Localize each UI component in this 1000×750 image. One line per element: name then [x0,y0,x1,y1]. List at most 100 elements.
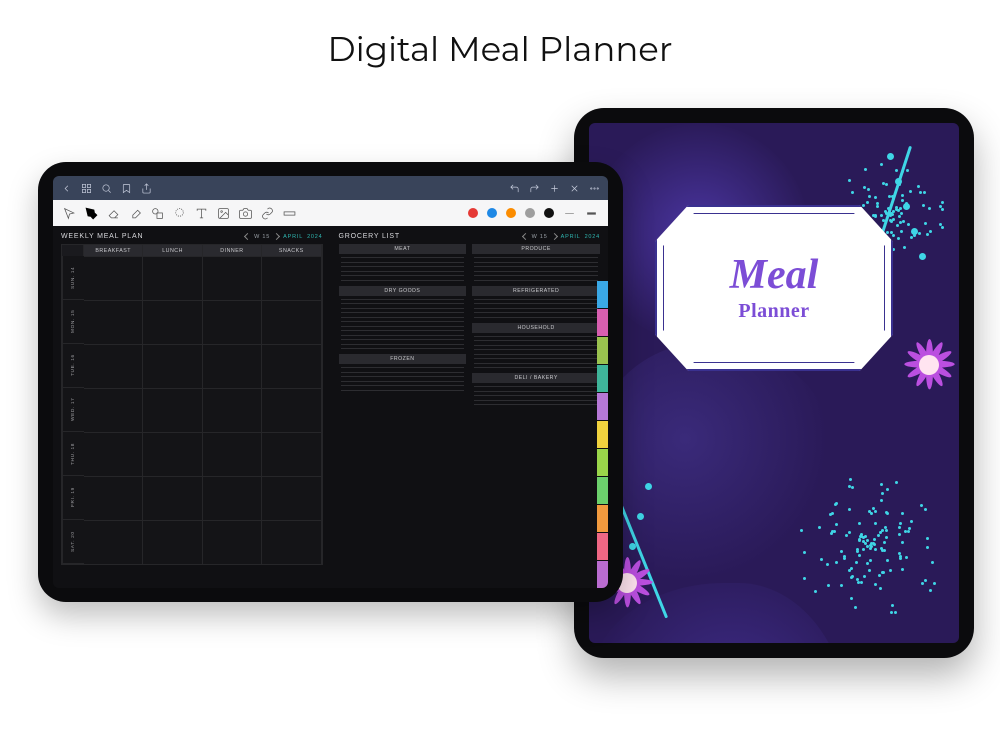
grocery-line[interactable] [341,339,465,340]
grocery-line[interactable] [474,257,598,258]
color-swatch-blue[interactable] [487,208,497,218]
color-swatch-red[interactable] [468,208,478,218]
prev-week-icon[interactable] [522,233,529,240]
meal-cell[interactable] [143,344,202,388]
meal-cell[interactable] [203,388,262,432]
color-swatch-orange[interactable] [506,208,516,218]
undo-icon[interactable] [509,183,520,194]
meal-cell[interactable] [262,256,321,300]
meal-cell[interactable] [203,300,262,344]
grocery-line[interactable] [474,312,598,313]
next-week-icon[interactable] [273,233,280,240]
shapes-icon[interactable] [151,207,164,220]
month-tab[interactable] [597,477,608,504]
grocery-line[interactable] [341,330,465,331]
grocery-line[interactable] [341,275,465,276]
grocery-line[interactable] [474,275,598,276]
grocery-line[interactable] [474,340,598,341]
eraser-icon[interactable] [107,207,120,220]
redo-icon[interactable] [529,183,540,194]
month-tab[interactable] [597,533,608,560]
grocery-line[interactable] [341,312,465,313]
grocery-line[interactable] [341,262,465,263]
prev-week-icon[interactable] [244,233,251,240]
grocery-line[interactable] [341,321,465,322]
meal-cell[interactable] [143,432,202,476]
meal-cell[interactable] [84,344,143,388]
grocery-line[interactable] [474,349,598,350]
bookmark-icon[interactable] [121,183,132,194]
meal-cell[interactable] [262,300,321,344]
grocery-line[interactable] [474,336,598,337]
meal-cell[interactable] [203,520,262,564]
grocery-line[interactable] [474,363,598,364]
grocery-line[interactable] [474,358,598,359]
grocery-line[interactable] [474,395,598,396]
meal-cell[interactable] [262,432,321,476]
grocery-line[interactable] [341,303,465,304]
meal-cell[interactable] [143,300,202,344]
meal-cell[interactable] [143,520,202,564]
grocery-line[interactable] [474,317,598,318]
month-tab[interactable] [597,421,608,448]
grocery-line[interactable] [474,391,598,392]
color-swatch-black[interactable] [544,208,554,218]
pen-icon[interactable] [85,207,98,220]
grocery-line[interactable] [341,271,465,272]
month-tab[interactable] [597,309,608,336]
more-icon[interactable] [589,183,600,194]
month-tab[interactable] [597,393,608,420]
month-tab[interactable] [597,337,608,364]
month-tab[interactable] [597,505,608,532]
grocery-line[interactable] [474,404,598,405]
meal-cell[interactable] [262,388,321,432]
month-tab[interactable] [597,449,608,476]
grocery-line[interactable] [474,266,598,267]
camera-icon[interactable] [239,207,252,220]
next-week-icon[interactable] [551,233,558,240]
lasso-icon[interactable] [173,207,186,220]
meal-cell[interactable] [143,256,202,300]
meal-cell[interactable] [203,344,262,388]
year-label[interactable]: 2024 [585,234,600,240]
grocery-line[interactable] [341,266,465,267]
meal-cell[interactable] [84,300,143,344]
grocery-line[interactable] [341,326,465,327]
ruler-icon[interactable] [283,207,296,220]
pointer-icon[interactable] [63,207,76,220]
color-swatch-gray[interactable] [525,208,535,218]
meal-cell[interactable] [262,344,321,388]
grocery-line[interactable] [474,262,598,263]
share-icon[interactable] [141,183,152,194]
close-icon[interactable] [569,183,580,194]
grocery-line[interactable] [474,308,598,309]
grocery-line[interactable] [341,390,465,391]
grocery-line[interactable] [341,308,465,309]
grocery-line[interactable] [341,372,465,373]
image-icon[interactable] [217,207,230,220]
text-icon[interactable] [195,207,208,220]
grocery-line[interactable] [341,385,465,386]
meal-cell[interactable] [262,476,321,520]
month-label[interactable]: APRIL [283,234,303,240]
search-icon[interactable] [101,183,112,194]
grid-icon[interactable] [81,183,92,194]
grocery-line[interactable] [341,381,465,382]
grocery-line[interactable] [474,299,598,300]
meal-cell[interactable] [203,476,262,520]
meal-cell[interactable] [84,256,143,300]
meal-cell[interactable] [84,432,143,476]
highlighter-icon[interactable] [129,207,142,220]
grocery-line[interactable] [474,354,598,355]
grocery-line[interactable] [474,386,598,387]
grocery-line[interactable] [341,299,465,300]
stroke-thin-icon[interactable] [563,207,576,220]
month-tab[interactable] [597,365,608,392]
month-tab[interactable] [597,561,608,588]
grocery-line[interactable] [341,257,465,258]
grocery-line[interactable] [474,271,598,272]
year-label[interactable]: 2024 [307,234,322,240]
stroke-thick-icon[interactable] [585,207,598,220]
month-label[interactable]: APRIL [561,234,581,240]
grocery-line[interactable] [341,344,465,345]
